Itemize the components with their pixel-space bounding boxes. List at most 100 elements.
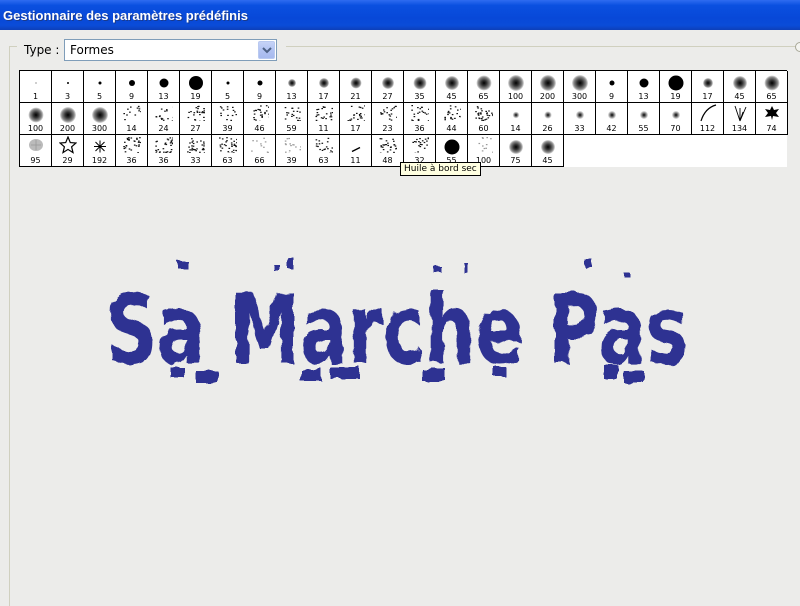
- brush-preset[interactable]: 5: [212, 71, 244, 103]
- brush-size-label: 13: [148, 92, 179, 102]
- brush-tip-icon: [189, 76, 203, 90]
- brush-preset[interactable]: 19: [180, 71, 212, 103]
- brush-preset[interactable]: 11: [340, 135, 372, 167]
- brush-preset[interactable]: 134: [724, 103, 756, 135]
- brush-preset[interactable]: 9: [596, 71, 628, 103]
- chevron-down-icon: [262, 47, 272, 55]
- brush-preset[interactable]: 75: [500, 135, 532, 167]
- brush-preset[interactable]: 200: [532, 71, 564, 103]
- brush-preset[interactable]: 59: [276, 103, 308, 135]
- brush-size-label: 35: [404, 92, 435, 102]
- brush-tip-icon: [508, 75, 524, 91]
- brush-tip-icon: [575, 110, 585, 120]
- brush-preset[interactable]: 11: [308, 103, 340, 135]
- brush-preset[interactable]: 29: [52, 135, 84, 167]
- artwork-svg: Sa Marche Pas: [104, 255, 694, 395]
- brush-preset[interactable]: 112: [692, 103, 724, 135]
- brush-preset[interactable]: 39: [212, 103, 244, 135]
- brush-preset[interactable]: 27: [180, 103, 212, 135]
- brush-size-label: 46: [244, 124, 275, 134]
- brush-tip-icon: [703, 78, 713, 88]
- brush-preset[interactable]: 5: [84, 71, 116, 103]
- brush-preset[interactable]: 13: [276, 71, 308, 103]
- brush-tip-icon: [283, 137, 301, 157]
- brush-preset[interactable]: 14: [500, 103, 532, 135]
- brush-preset[interactable]: 39: [276, 135, 308, 167]
- brush-preset[interactable]: 3: [52, 71, 84, 103]
- dropdown-button[interactable]: [258, 41, 275, 59]
- brush-preset[interactable]: 46: [244, 103, 276, 135]
- brush-preset[interactable]: 9: [116, 71, 148, 103]
- brush-size-label: 300: [564, 92, 595, 102]
- brush-preset[interactable]: 44: [436, 103, 468, 135]
- brush-tip-icon: [283, 105, 301, 125]
- brush-preset[interactable]: 17: [340, 103, 372, 135]
- window-title-bar[interactable]: Gestionnaire des paramètres prédéfinis: [0, 0, 800, 30]
- brush-preset[interactable]: 100: [20, 103, 52, 135]
- brush-preset[interactable]: 35: [404, 71, 436, 103]
- brush-size-label: 45: [532, 156, 563, 166]
- brush-preset[interactable]: 9: [244, 71, 276, 103]
- brush-preset[interactable]: 100: [500, 71, 532, 103]
- brush-preset[interactable]: 13: [148, 71, 180, 103]
- brush-grid: 1359131959131721273545651002003009131917…: [19, 70, 787, 167]
- brush-preset[interactable]: 65: [756, 71, 788, 103]
- brush-preset[interactable]: 45: [436, 71, 468, 103]
- brush-preset[interactable]: 200: [52, 103, 84, 135]
- brush-tip-icon: [445, 76, 459, 90]
- brush-preset[interactable]: 36: [148, 135, 180, 167]
- brush-preset[interactable]: 36: [404, 103, 436, 135]
- brush-preset[interactable]: 23: [372, 103, 404, 135]
- resize-knob[interactable]: [795, 42, 800, 52]
- brush-preset[interactable]: 70: [660, 103, 692, 135]
- brush-preset[interactable]: 63: [308, 135, 340, 167]
- brush-size-label: 300: [84, 124, 115, 134]
- brush-preset[interactable]: 45: [532, 135, 564, 167]
- brush-preset[interactable]: 24: [148, 103, 180, 135]
- brush-preset[interactable]: 19: [660, 71, 692, 103]
- brush-preset[interactable]: 21: [340, 71, 372, 103]
- brush-tip-icon: [764, 76, 779, 91]
- brush-preset[interactable]: 14: [116, 103, 148, 135]
- brush-tip-icon: [639, 110, 649, 120]
- brush-preset[interactable]: 26: [532, 103, 564, 135]
- brush-size-label: 33: [180, 156, 211, 166]
- brush-preset[interactable]: 27: [372, 71, 404, 103]
- brush-preset[interactable]: 13: [628, 71, 660, 103]
- brush-tip-icon: [668, 76, 683, 91]
- brush-size-label: 66: [244, 156, 275, 166]
- brush-tip-icon: [699, 104, 717, 126]
- brush-preset[interactable]: 55: [628, 103, 660, 135]
- brush-preset[interactable]: 33: [564, 103, 596, 135]
- group-border-left: [9, 46, 10, 606]
- brush-preset[interactable]: 63: [212, 135, 244, 167]
- brush-preset[interactable]: 74: [756, 103, 788, 135]
- brush-tip-icon: [572, 75, 588, 91]
- brush-preset[interactable]: 36: [116, 135, 148, 167]
- brush-preset[interactable]: 192: [84, 135, 116, 167]
- brush-size-label: 24: [148, 124, 179, 134]
- brush-tip-icon: [512, 111, 520, 119]
- brush-tip-icon: [35, 83, 36, 84]
- brush-preset[interactable]: 33: [180, 135, 212, 167]
- brush-preset[interactable]: 65: [468, 71, 500, 103]
- brush-tip-icon: [731, 104, 749, 126]
- brush-preset[interactable]: 17: [692, 71, 724, 103]
- brush-preset[interactable]: 45: [724, 71, 756, 103]
- brush-preset[interactable]: 66: [244, 135, 276, 167]
- brush-preset[interactable]: 95: [20, 135, 52, 167]
- brush-preset[interactable]: 42: [596, 103, 628, 135]
- brush-preset[interactable]: 60: [468, 103, 500, 135]
- brush-preset[interactable]: 1: [20, 71, 52, 103]
- brush-tip-icon: [187, 137, 205, 157]
- brush-tip-icon: [379, 105, 397, 125]
- group-border-top: [286, 46, 796, 47]
- brush-preset[interactable]: 300: [84, 103, 116, 135]
- brush-preset[interactable]: 17: [308, 71, 340, 103]
- brush-preset[interactable]: 300: [564, 71, 596, 103]
- brush-size-label: 14: [500, 124, 531, 134]
- brush-tip-icon: [475, 137, 493, 157]
- type-select[interactable]: Formes: [64, 39, 277, 61]
- brush-tip-icon: [319, 78, 329, 88]
- brush-tip-icon: [607, 110, 617, 120]
